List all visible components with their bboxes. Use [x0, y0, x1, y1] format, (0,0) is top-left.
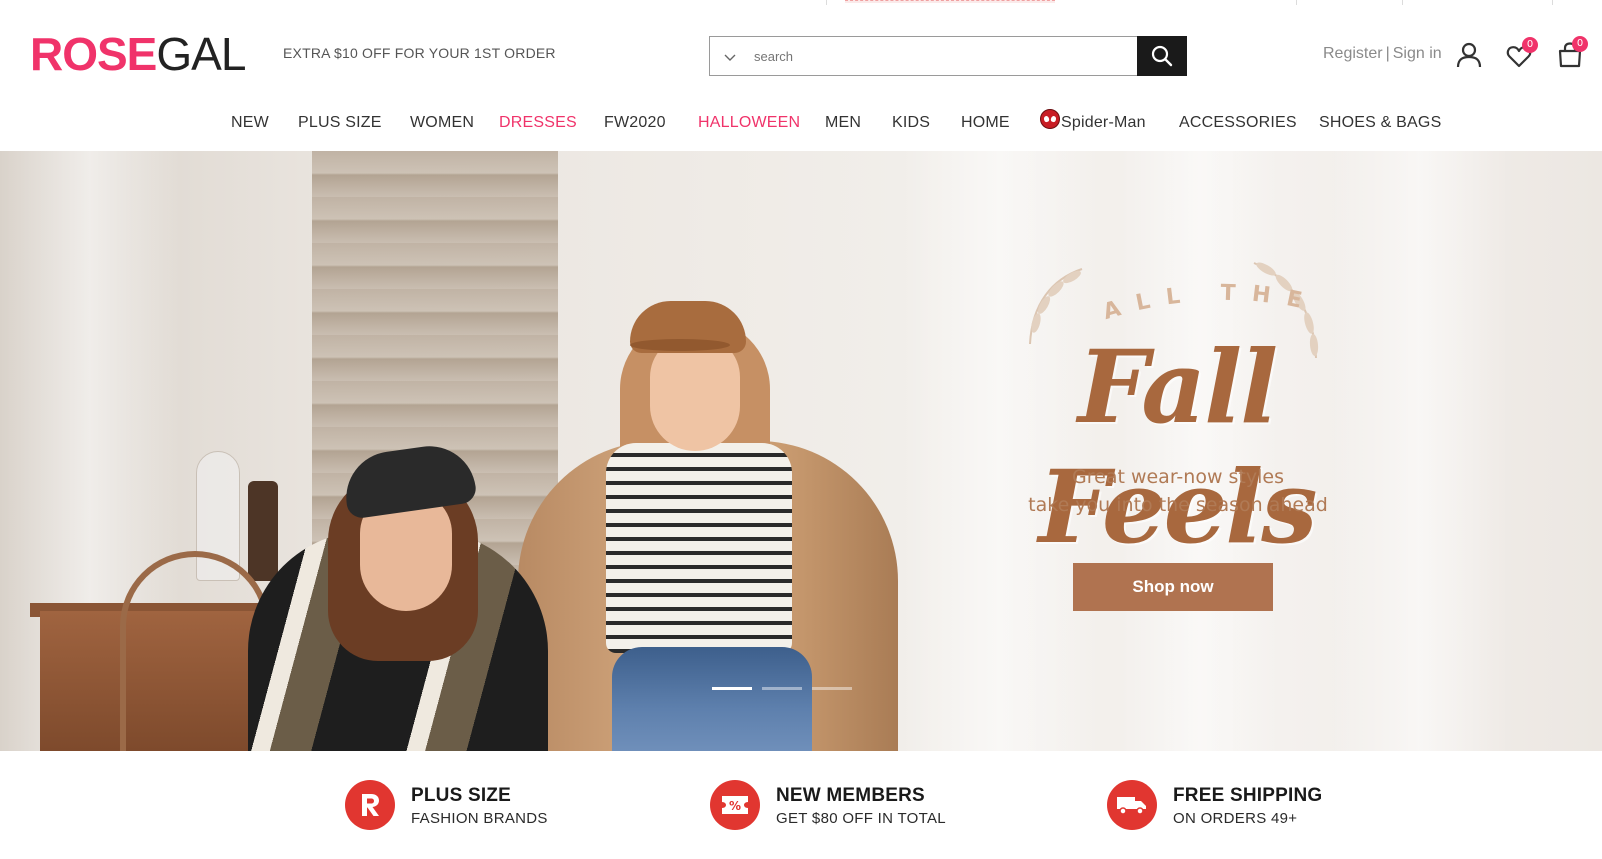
site-header: ROSEGAL EXTRA $10 OFF FOR YOUR 1ST ORDER…: [0, 0, 1602, 100]
user-icon[interactable]: [1455, 41, 1483, 69]
nav-item-fw2020[interactable]: FW2020: [604, 114, 666, 132]
feature-plus-size[interactable]: PLUS SIZE FASHION BRANDS: [345, 780, 575, 836]
nav-item-kids[interactable]: KIDS: [892, 114, 930, 132]
nav-item-plus-size[interactable]: PLUS SIZE: [298, 114, 382, 132]
feature-subtitle: ON ORDERS 49+: [1173, 810, 1298, 827]
hero-subtitle-line-2: take you into the season ahead: [1028, 494, 1328, 516]
search-button[interactable]: [1137, 36, 1187, 76]
hero-model-beret-brim: [630, 339, 730, 351]
carousel-dot-1[interactable]: [712, 687, 752, 690]
nav-item-dresses[interactable]: DRESSES: [499, 114, 577, 132]
promo-text[interactable]: EXTRA $10 OFF FOR YOUR 1ST ORDER: [283, 45, 556, 61]
wishlist-count-badge: 0: [1522, 37, 1538, 53]
shop-now-button[interactable]: Shop now: [1073, 563, 1273, 611]
chevron-down-icon[interactable]: [722, 49, 738, 65]
hero-kicker: ALL THE: [1100, 281, 1319, 325]
nav-item-spider-man-label: Spider-Man: [1061, 114, 1146, 131]
svg-text:%: %: [729, 799, 741, 813]
feature-subtitle: FASHION BRANDS: [411, 810, 548, 827]
nav-item-women[interactable]: WOMEN: [410, 114, 474, 132]
hero-vase: [248, 481, 278, 581]
carousel-dot-2[interactable]: [762, 687, 802, 690]
hero-title: Fall Feels: [1038, 328, 1317, 566]
logo-gal: GAL: [156, 28, 246, 80]
hero-subtitle-line-1: Great wear-now styles: [1072, 466, 1284, 488]
feature-title: PLUS SIZE: [411, 785, 511, 806]
site-logo[interactable]: ROSEGAL: [30, 28, 246, 80]
main-nav: NEW PLUS SIZE WOMEN DRESSES FW2020 HALLO…: [0, 100, 1602, 150]
logo-rose: ROSE: [30, 28, 157, 80]
feature-free-shipping[interactable]: FREE SHIPPING ON ORDERS 49+: [1107, 780, 1347, 836]
hero-subtitle: Great wear-now styles take you into the …: [978, 463, 1378, 519]
hero-banner[interactable]: ALL THE Fall Feels Great wear-now styles…: [0, 151, 1602, 751]
account-separator: |: [1385, 45, 1390, 62]
bag-count-badge: 0: [1572, 36, 1588, 52]
nav-item-spider-man[interactable]: Spider-Man: [1040, 109, 1146, 132]
nav-item-halloween[interactable]: HALLOWEEN: [698, 114, 800, 132]
register-link[interactable]: Register: [1323, 45, 1383, 62]
nav-item-men[interactable]: MEN: [825, 114, 861, 132]
hero-model-jeans: [612, 647, 812, 751]
nav-item-accessories[interactable]: ACCESSORIES: [1179, 114, 1297, 132]
feature-title: FREE SHIPPING: [1173, 785, 1323, 806]
account-links: Register | Sign in: [1323, 45, 1442, 63]
feature-title: NEW MEMBERS: [776, 785, 925, 806]
carousel-dot-3[interactable]: [812, 687, 852, 690]
rosegal-r-icon: [345, 780, 395, 830]
nav-item-shoes-bags[interactable]: SHOES & BAGS: [1319, 114, 1441, 132]
features-strip: PLUS SIZE FASHION BRANDS % NEW MEMBERS G…: [0, 751, 1602, 859]
percent-coupon-icon: %: [710, 780, 760, 830]
search-icon: [1151, 45, 1173, 67]
search-bar: [709, 36, 1187, 76]
nav-item-new[interactable]: NEW: [231, 114, 269, 132]
nav-item-home[interactable]: HOME: [961, 114, 1010, 132]
spider-man-icon: [1040, 109, 1060, 129]
feature-subtitle: GET $80 OFF IN TOTAL: [776, 810, 946, 827]
search-input[interactable]: [754, 37, 1134, 75]
sign-in-link[interactable]: Sign in: [1393, 45, 1442, 62]
feature-new-members[interactable]: % NEW MEMBERS GET $80 OFF IN TOTAL: [710, 780, 970, 836]
svg-text:ALL THE: ALL THE: [1100, 281, 1319, 325]
hero-kicker-text: ALL THE: [1100, 281, 1303, 325]
delivery-truck-icon: [1107, 780, 1157, 830]
hero-model-striped-shirt: [606, 443, 792, 653]
